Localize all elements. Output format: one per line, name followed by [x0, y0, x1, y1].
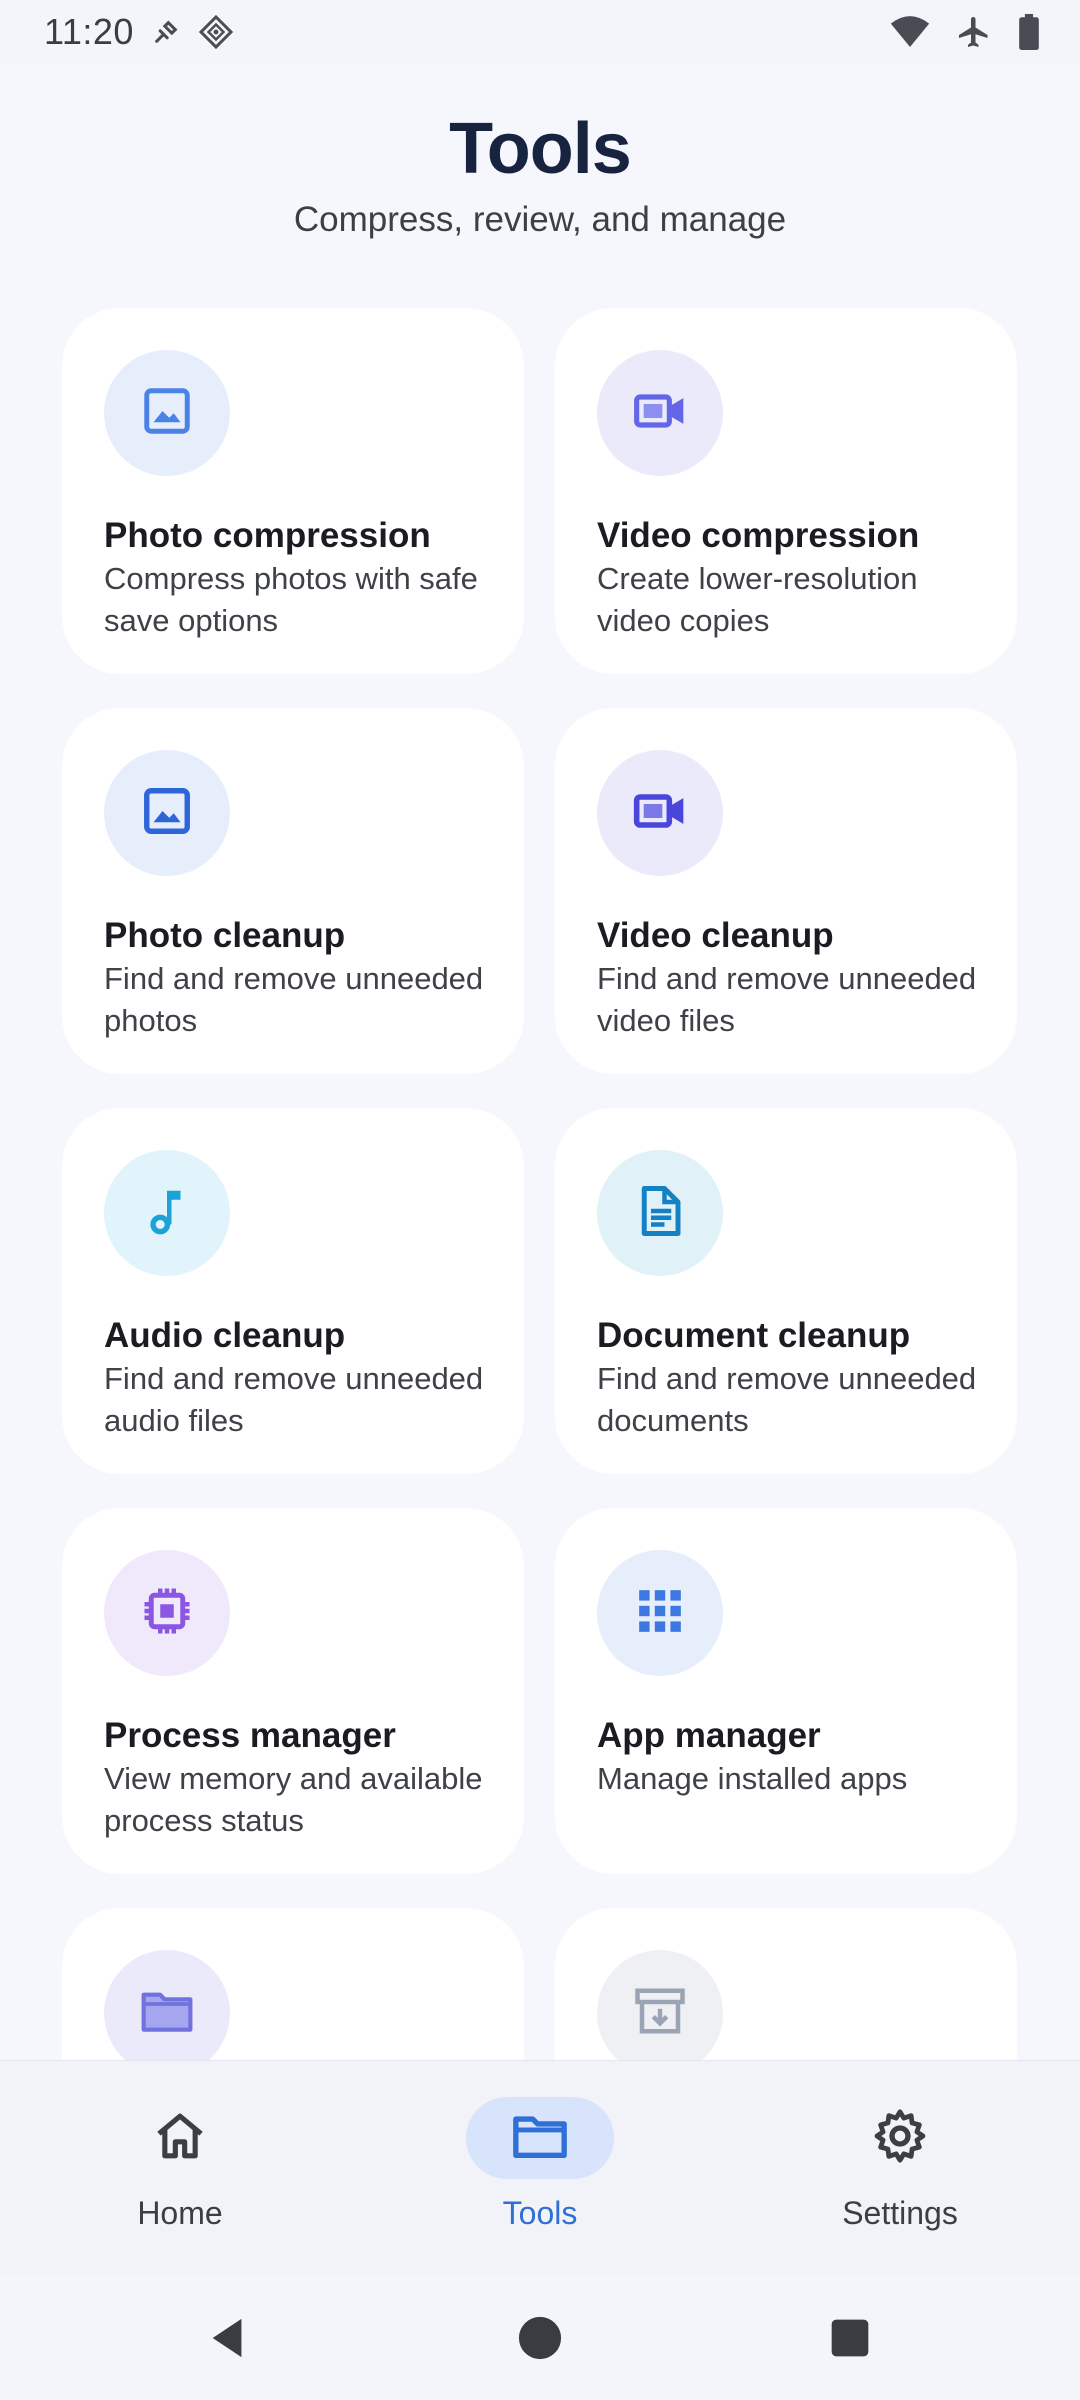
- card-icon-circle: [597, 750, 723, 876]
- nav-item-home[interactable]: Home: [0, 2061, 360, 2274]
- card-description: Compress photos with safe save options: [104, 561, 478, 638]
- document-icon: [633, 1184, 687, 1243]
- tool-card-app-manager[interactable]: App manager Manage installed apps: [555, 1508, 1017, 1874]
- page-title: Tools: [449, 109, 632, 189]
- archive-icon: [633, 1984, 687, 2043]
- battery-icon: [1018, 14, 1040, 50]
- status-right: [890, 14, 1040, 50]
- card-description: View memory and available process status: [104, 1761, 483, 1838]
- apps-grid-icon: [635, 1586, 685, 1641]
- status-time: 11:20: [44, 11, 134, 52]
- tools-grid: Photo compression Compress photos with s…: [62, 308, 1017, 2060]
- recents-icon[interactable]: [826, 2314, 874, 2362]
- bottom-navigation: Home Tools Settings: [0, 2060, 1080, 2274]
- nav-icon-container: [466, 2097, 614, 2179]
- card-icon-circle: [597, 1550, 723, 1676]
- tool-card-audio-cleanup[interactable]: Audio cleanup Find and remove unneeded a…: [62, 1108, 524, 1474]
- card-title: Document cleanup: [597, 1316, 911, 1355]
- wifi-icon: [890, 15, 930, 49]
- airplane-icon: [956, 14, 992, 50]
- card-description: Find and remove unneeded video files: [597, 961, 977, 1038]
- card-description: Find and remove unneeded audio files: [104, 1361, 484, 1438]
- card-description: Create lower-resolution video copies: [597, 561, 918, 638]
- status-left: 11:20: [44, 11, 234, 53]
- diamond-notification-icon: [198, 14, 234, 50]
- tool-card-video-compression[interactable]: Video compression Create lower-resolutio…: [555, 308, 1017, 674]
- tool-card-video-cleanup[interactable]: Video cleanup Find and remove unneeded v…: [555, 708, 1017, 1074]
- tool-card-archive[interactable]: [555, 1908, 1017, 2060]
- chip-icon: [140, 1584, 194, 1643]
- card-title: Audio cleanup: [104, 1316, 346, 1355]
- page-header: Tools Compress, review, and manage: [0, 64, 1080, 250]
- status-bar: 11:20: [0, 0, 1080, 64]
- video-camera-icon: [632, 383, 688, 444]
- card-icon-circle: [597, 350, 723, 476]
- nav-icon-container: [826, 2097, 974, 2179]
- nav-item-tools[interactable]: Tools: [360, 2061, 720, 2274]
- card-description: Manage installed apps: [597, 1761, 908, 1796]
- home-icon: [152, 2108, 208, 2169]
- tool-card-document-cleanup[interactable]: Document cleanup Find and remove unneede…: [555, 1108, 1017, 1474]
- card-icon-circle: [597, 1150, 723, 1276]
- tool-card-process-manager[interactable]: Process manager View memory and availabl…: [62, 1508, 524, 1874]
- nav-item-settings[interactable]: Settings: [720, 2061, 1080, 2274]
- card-icon-circle: [597, 1950, 723, 2060]
- card-title: Video compression: [597, 516, 920, 555]
- image-icon: [140, 784, 194, 843]
- card-icon-circle: [104, 1150, 230, 1276]
- home-circle-icon[interactable]: [516, 2314, 564, 2362]
- card-icon-circle: [104, 1950, 230, 2060]
- tools-notification-icon: [152, 18, 180, 46]
- nav-label: Tools: [502, 2195, 578, 2231]
- card-title: Video cleanup: [597, 916, 834, 955]
- nav-label: Home: [137, 2195, 223, 2231]
- card-icon-circle: [104, 350, 230, 476]
- tool-card-photo-compression[interactable]: Photo compression Compress photos with s…: [62, 308, 524, 674]
- card-description: Find and remove unneeded documents: [597, 1361, 977, 1438]
- folder-icon: [511, 2107, 569, 2170]
- gear-icon: [871, 2107, 929, 2170]
- card-title: Photo compression: [104, 516, 431, 555]
- nav-icon-container: [106, 2097, 254, 2179]
- tool-card-photo-cleanup[interactable]: Photo cleanup Find and remove unneeded p…: [62, 708, 524, 1074]
- card-title: App manager: [597, 1716, 821, 1755]
- folder-icon: [139, 1983, 195, 2044]
- card-title: Photo cleanup: [104, 916, 346, 955]
- video-camera-icon: [632, 783, 688, 844]
- system-navigation-bar: [0, 2274, 1080, 2400]
- image-icon: [140, 384, 194, 443]
- page-subtitle: Compress, review, and manage: [293, 200, 787, 239]
- card-icon-circle: [104, 750, 230, 876]
- card-description: Find and remove unneeded photos: [104, 961, 484, 1038]
- back-icon[interactable]: [204, 2314, 252, 2362]
- tools-scroll-area[interactable]: Photo compression Compress photos with s…: [0, 250, 1080, 2060]
- card-icon-circle: [104, 1550, 230, 1676]
- tool-card-files[interactable]: [62, 1908, 524, 2060]
- music-note-icon: [140, 1184, 194, 1243]
- nav-label: Settings: [842, 2195, 958, 2231]
- card-title: Process manager: [104, 1716, 396, 1755]
